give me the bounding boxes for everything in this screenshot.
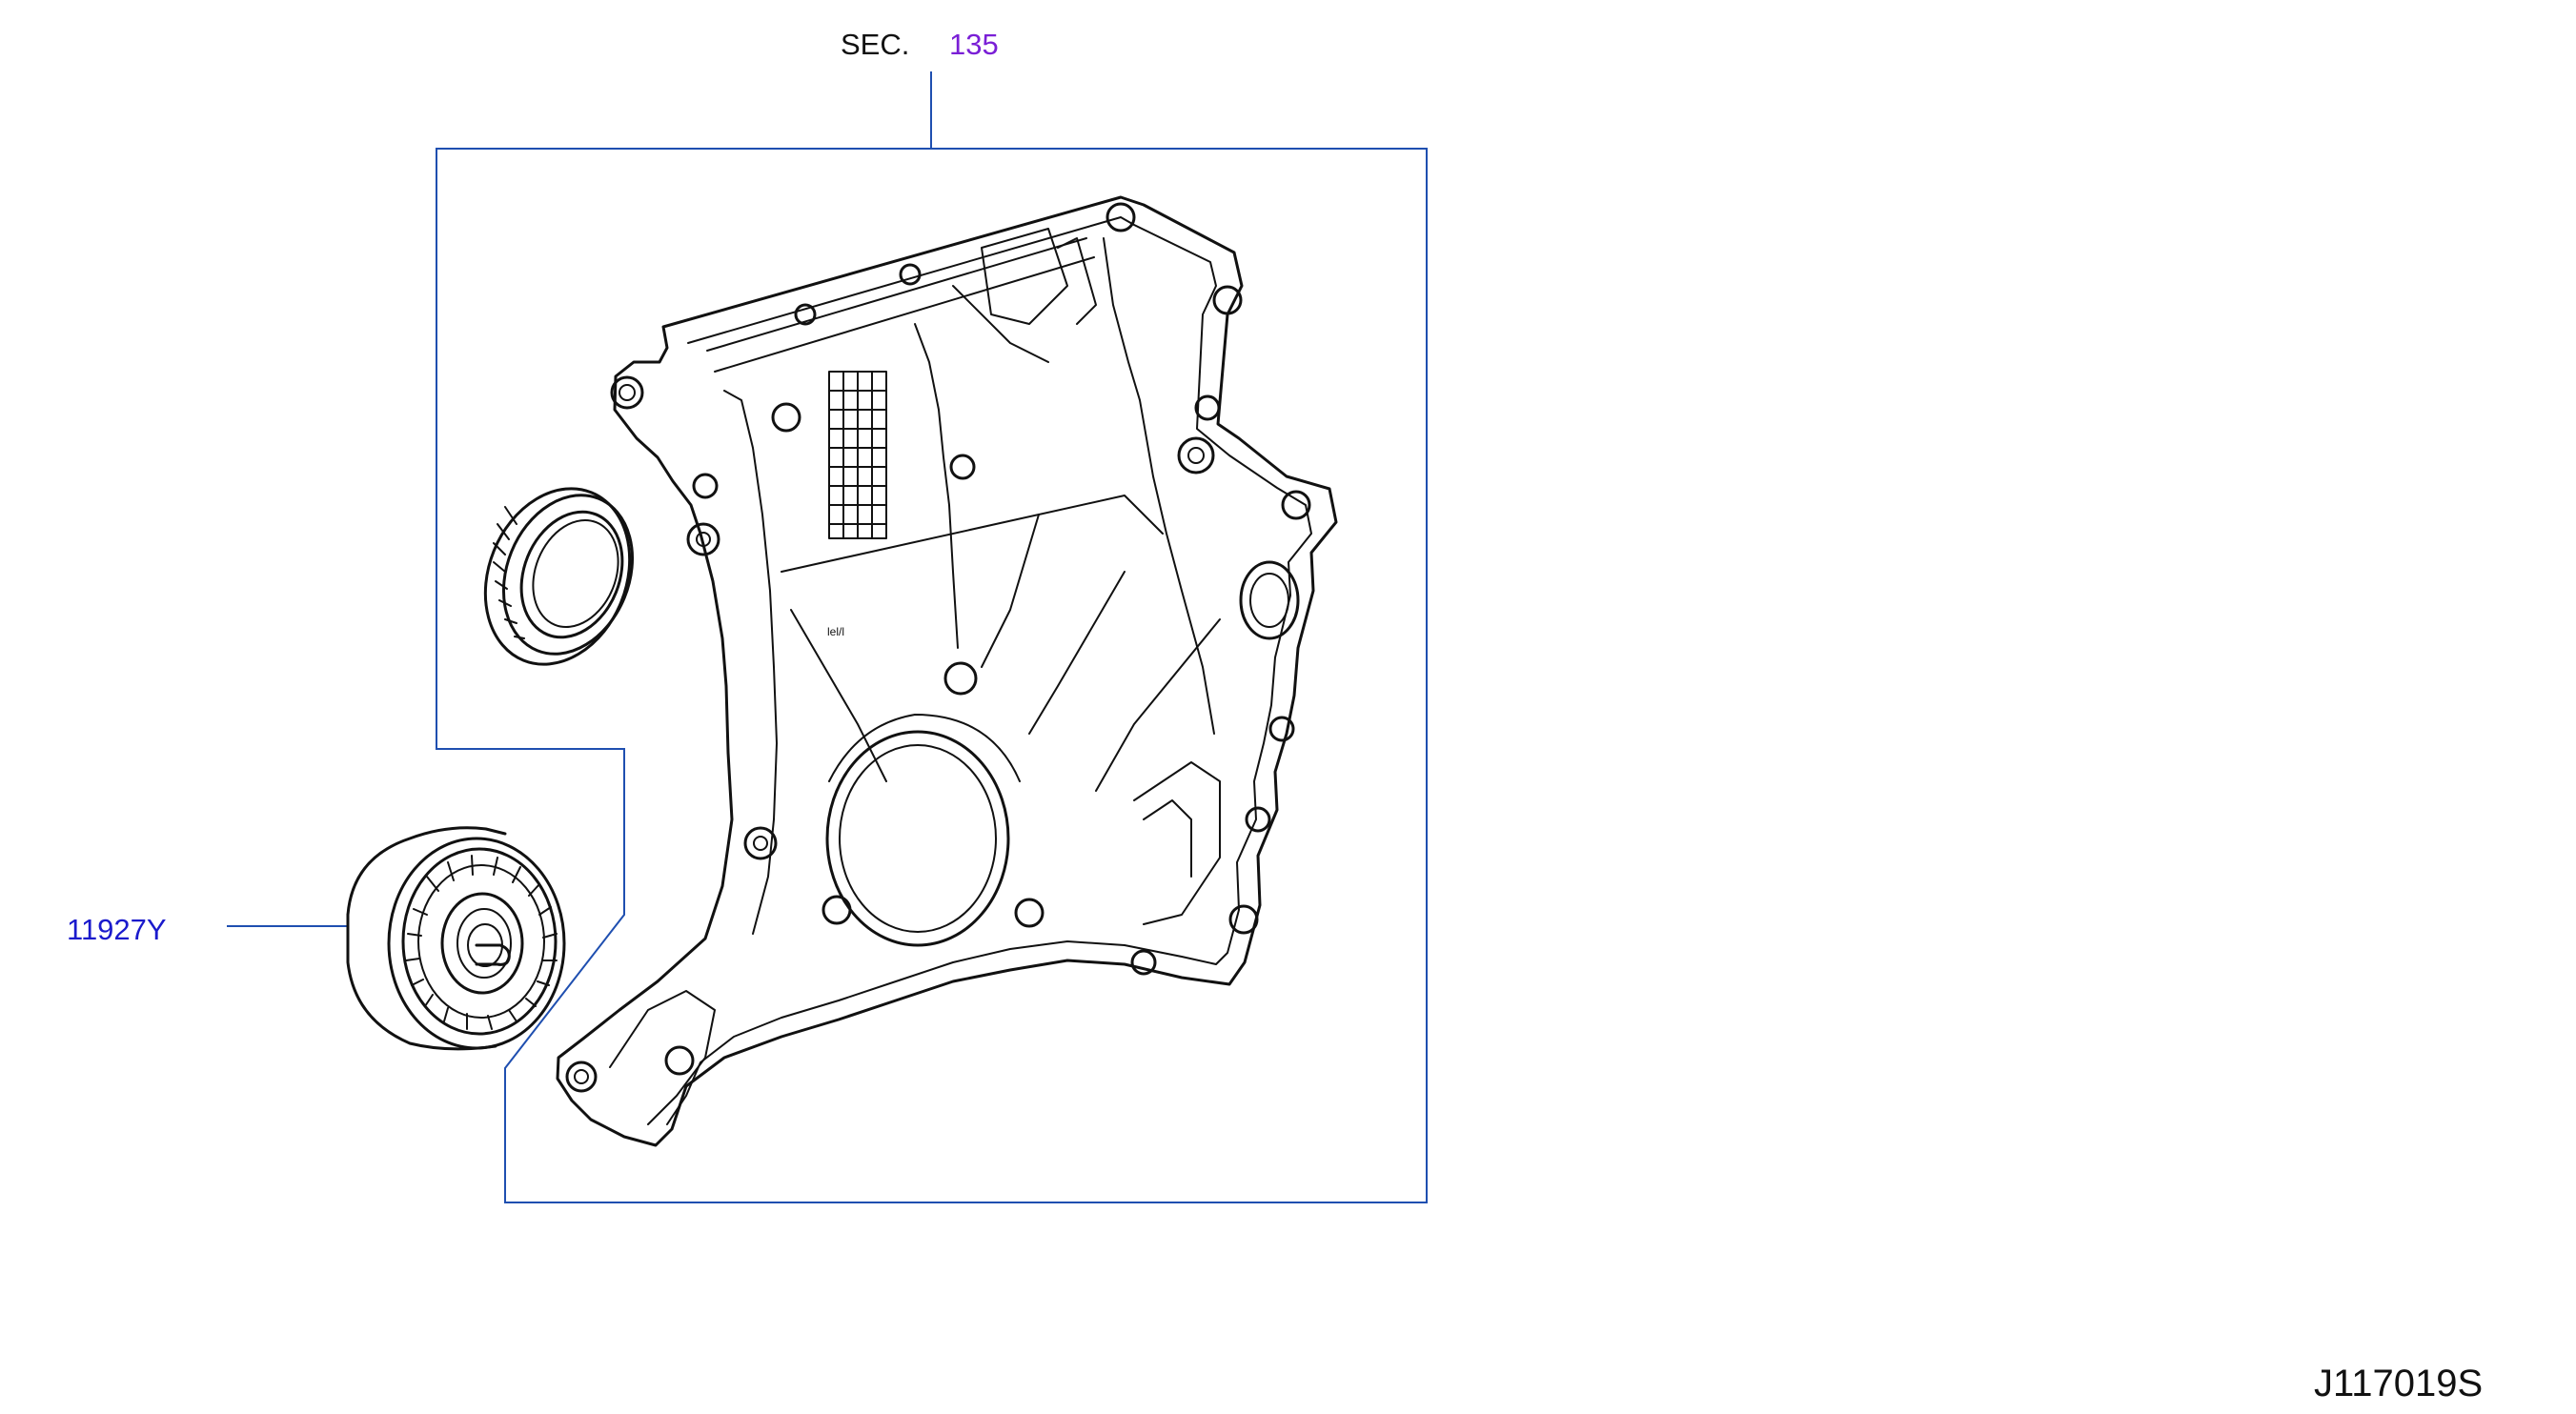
cast-mark-icon: lel/l bbox=[827, 625, 844, 638]
oil-seal-drawing bbox=[483, 487, 635, 666]
figure-id: J117019S bbox=[2314, 1363, 2484, 1404]
parts-diagram: lel/l bbox=[227, 71, 1428, 1203]
idler-pulley-drawing bbox=[346, 826, 566, 1051]
timing-chain-cover-drawing: lel/l bbox=[556, 195, 1338, 1147]
part-number-link[interactable]: 11927Y bbox=[67, 915, 167, 944]
section-reference-prefix: SEC. bbox=[841, 28, 910, 61]
section-reference-link[interactable]: 135 bbox=[949, 30, 999, 59]
